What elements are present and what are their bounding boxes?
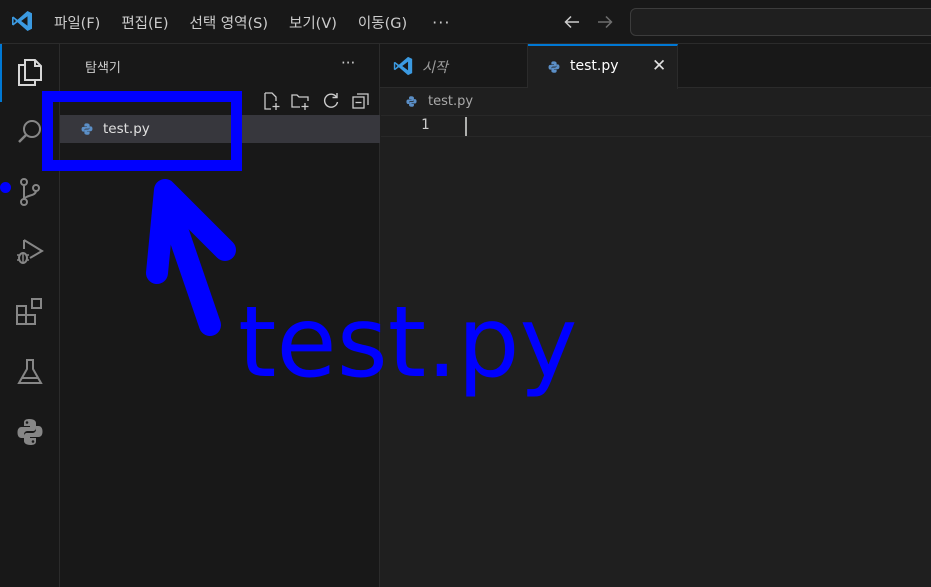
python-file-icon — [406, 96, 417, 107]
arrow-right-icon[interactable] — [595, 12, 615, 32]
extensions-icon[interactable] — [14, 296, 46, 328]
tab-welcome[interactable]: 시작 — [380, 44, 528, 88]
refresh-icon[interactable] — [321, 91, 341, 111]
testing-flask-icon[interactable] — [14, 356, 46, 388]
new-file-icon[interactable] — [261, 91, 281, 111]
menu-go[interactable]: 이동(G) — [358, 12, 407, 33]
menu-file[interactable]: 파일(F) — [54, 12, 100, 33]
collapse-all-icon[interactable] — [351, 91, 371, 111]
menu-edit[interactable]: 편집(E) — [121, 12, 168, 33]
run-debug-icon[interactable] — [14, 236, 46, 268]
active-indicator — [0, 44, 2, 102]
tab-label: 시작 — [422, 60, 448, 76]
command-center-search[interactable] — [630, 8, 931, 36]
menu-more-button[interactable]: ··· — [432, 13, 450, 32]
arrow-left-icon[interactable] — [562, 12, 582, 32]
close-icon[interactable]: ✕ — [652, 56, 666, 76]
annotation-highlight-box — [42, 91, 242, 171]
explorer-icon[interactable] — [14, 56, 46, 88]
breadcrumb-file: test.py — [428, 94, 474, 109]
title-bar: 파일(F) 편집(E) 선택 영역(S) 보기(V) 이동(G) ··· — [0, 0, 931, 44]
current-line-highlight — [381, 115, 931, 137]
python-icon[interactable] — [14, 416, 46, 448]
line-number: 1 — [421, 117, 430, 133]
sidebar-more-button[interactable]: ··· — [341, 54, 355, 72]
editor-tabs: 시작 test.py ✕ — [380, 44, 931, 89]
vscode-logo-icon[interactable] — [10, 9, 34, 33]
new-folder-icon[interactable] — [290, 91, 310, 111]
menu-bar: 파일(F) 편집(E) 선택 영역(S) 보기(V) 이동(G) ··· — [54, 0, 450, 44]
source-control-badge — [0, 182, 11, 193]
annotation-label: test.py — [238, 286, 578, 400]
vscode-logo-icon — [393, 56, 413, 76]
tab-label: test.py — [570, 58, 619, 74]
python-file-icon — [548, 61, 560, 73]
text-cursor — [465, 117, 467, 136]
sidebar-title: 탐색기 — [85, 61, 121, 76]
tab-test-py[interactable]: test.py ✕ — [528, 44, 678, 89]
menu-view[interactable]: 보기(V) — [289, 12, 337, 33]
menu-selection[interactable]: 선택 영역(S) — [190, 12, 269, 33]
source-control-icon[interactable] — [14, 176, 46, 208]
